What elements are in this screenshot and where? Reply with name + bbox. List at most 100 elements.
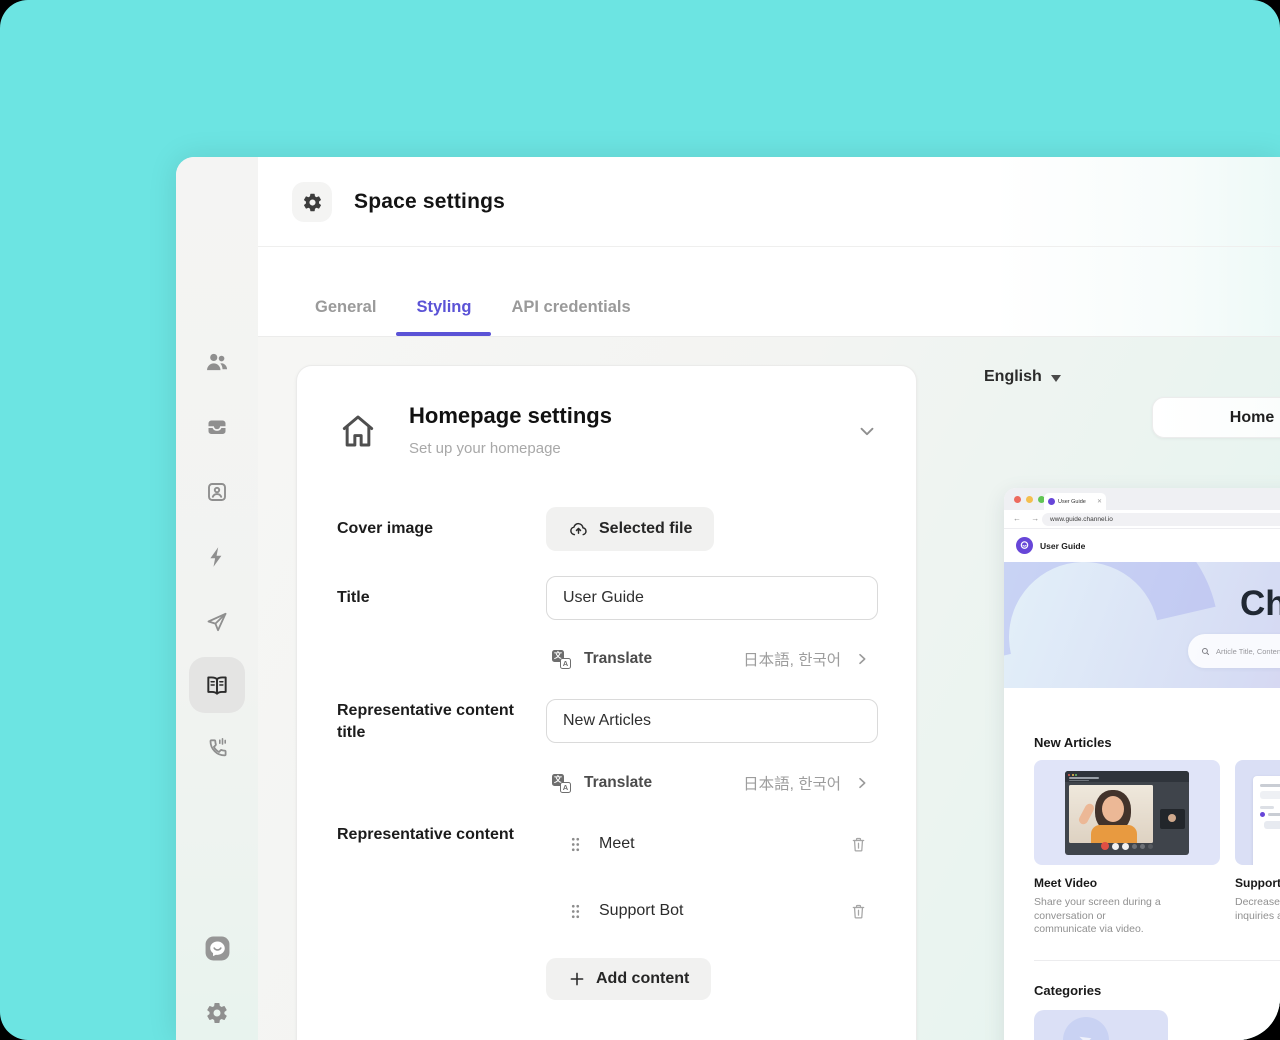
selected-file-button[interactable]: Selected file	[546, 507, 715, 551]
caret-down-icon	[1050, 374, 1061, 382]
chat-window-mockup	[1253, 776, 1280, 865]
title-input[interactable]	[546, 576, 878, 620]
contacts-icon	[208, 483, 226, 501]
preview-site-title: User Guide	[1040, 541, 1086, 551]
translate-icon: 文A	[552, 649, 571, 669]
site-logo-icon	[1016, 537, 1033, 554]
chevron-right-icon	[859, 777, 866, 789]
home-tab-label: Home	[1229, 408, 1275, 426]
phone-voice-icon	[209, 738, 227, 757]
article-title: Support Bot	[1235, 876, 1280, 890]
home-icon	[337, 410, 379, 452]
tab-styling[interactable]: Styling	[396, 278, 492, 336]
paper-plane-icon	[207, 612, 227, 632]
lightning-icon	[210, 547, 222, 567]
tab-close-icon: ✕	[1096, 498, 1102, 505]
translate-row-title[interactable]: 文A Translate 日本語, 한국어	[546, 639, 878, 679]
video-call-mockup	[1065, 771, 1189, 855]
page-title: Space settings	[354, 190, 506, 213]
translate-languages: 日本語, 한국어	[743, 652, 841, 669]
content-item-row: Support Bot	[546, 889, 878, 933]
browser-tab-title: User Guide	[1058, 498, 1086, 505]
new-articles-heading: New Articles	[1034, 735, 1112, 750]
article-card: Support Bot Decrease repetitive inquirie…	[1235, 760, 1280, 923]
article-thumbnail	[1235, 760, 1280, 865]
article-card: Meet Video Share your screen during a co…	[1034, 760, 1220, 937]
section-divider	[1034, 960, 1280, 961]
rep-content-title-label: Representative content title	[337, 702, 514, 741]
categories-heading: Categories	[1034, 983, 1102, 998]
page-header: Space settings	[258, 157, 1280, 247]
translate-icon: 文A	[552, 773, 571, 793]
delete-content-button[interactable]	[849, 835, 868, 854]
plus-icon	[570, 972, 584, 986]
gear-icon	[207, 1003, 227, 1024]
translate-label: Translate	[584, 650, 653, 667]
main-panel: Space settings General Styling API crede…	[258, 157, 1280, 1040]
space-settings-icon-chip	[292, 182, 332, 222]
gear-icon	[303, 193, 321, 211]
inbox-icon	[207, 420, 227, 434]
paper-plane-icon: ➤	[1077, 1028, 1096, 1040]
drag-handle-icon[interactable]	[568, 835, 583, 854]
trash-icon	[852, 904, 865, 918]
sidebar-item-settings[interactable]	[189, 985, 245, 1040]
browser-chrome: User Guide ✕	[1004, 488, 1280, 510]
article-thumbnail	[1034, 760, 1220, 865]
category-icon: ➤	[1063, 1017, 1109, 1040]
rep-content-label: Representative content	[337, 826, 514, 843]
browser-preview: User Guide ✕ ← → www.guide.channel.io Us…	[1004, 488, 1280, 1040]
card-title: Homepage settings	[409, 403, 612, 428]
hero-decoration	[1004, 562, 1271, 688]
search-placeholder: Article Title, Content	[1216, 646, 1280, 656]
preview-home-tab[interactable]: Home	[1152, 397, 1280, 438]
hero-heading: Cha	[1240, 584, 1280, 623]
content-area: Homepage settings Set up your homepage C…	[258, 337, 1280, 1040]
content-item-label: Support Bot	[599, 902, 684, 919]
title-label: Title	[337, 589, 370, 606]
trash-icon	[852, 837, 865, 851]
tab-api-credentials[interactable]: API credentials	[491, 278, 650, 336]
add-content-label: Add content	[596, 970, 690, 987]
sidebar-item-contacts[interactable]	[189, 464, 245, 520]
preview-hero: Cha Article Title, Content	[1004, 562, 1280, 688]
article-description: Decrease repetitive inquiries automatica…	[1235, 896, 1280, 922]
card-subtitle: Set up your homepage	[409, 440, 561, 457]
language-select[interactable]: English	[984, 368, 1061, 386]
sidebar-item-inbox[interactable]	[189, 399, 245, 455]
article-title: Meet Video	[1034, 876, 1098, 890]
browser-tab: User Guide ✕	[1044, 493, 1106, 510]
translate-label: Translate	[584, 774, 653, 791]
team-icon	[207, 353, 228, 371]
add-content-button[interactable]: Add content	[546, 958, 712, 1000]
sidebar-item-campaigns[interactable]	[189, 594, 245, 650]
translate-languages: 日本語, 한국어	[743, 776, 841, 793]
teal-backdrop: Space settings General Styling API crede…	[0, 0, 1280, 1040]
chevron-right-icon	[859, 653, 866, 665]
language-value: English	[984, 368, 1042, 385]
browser-url: www.guide.channel.io	[1042, 513, 1280, 526]
preview-site-header: User Guide	[1004, 529, 1280, 562]
cover-image-label: Cover image	[337, 520, 434, 537]
preview-search-bar: Article Title, Content	[1188, 634, 1280, 668]
tab-general[interactable]: General	[295, 278, 396, 336]
selected-file-label: Selected file	[599, 520, 693, 537]
sidebar-item-user-guide[interactable]	[189, 657, 245, 713]
tab-bar: General Styling API credentials	[258, 247, 1280, 337]
content-item-label: Meet	[599, 835, 635, 852]
chevron-down-icon[interactable]	[856, 420, 878, 442]
sidebar-item-automation[interactable]	[189, 529, 245, 585]
favicon-icon	[1048, 498, 1055, 505]
delete-content-button[interactable]	[849, 902, 868, 921]
cloud-upload-icon	[570, 522, 587, 535]
article-description: Share your screen during a conversation …	[1034, 896, 1161, 935]
rep-content-title-input[interactable]	[546, 699, 878, 743]
browser-url-bar: ← → www.guide.channel.io	[1004, 510, 1280, 529]
sidebar-item-channel-home[interactable]	[189, 920, 245, 976]
drag-handle-icon[interactable]	[568, 902, 583, 921]
sidebar-item-team[interactable]	[189, 334, 245, 390]
translate-row-rep-title[interactable]: 文A Translate 日本語, 한국어	[546, 763, 878, 803]
homepage-settings-card: Homepage settings Set up your homepage C…	[296, 365, 917, 1040]
sidebar-item-voice-call[interactable]	[189, 720, 245, 776]
content-item-row: Meet	[546, 822, 878, 866]
